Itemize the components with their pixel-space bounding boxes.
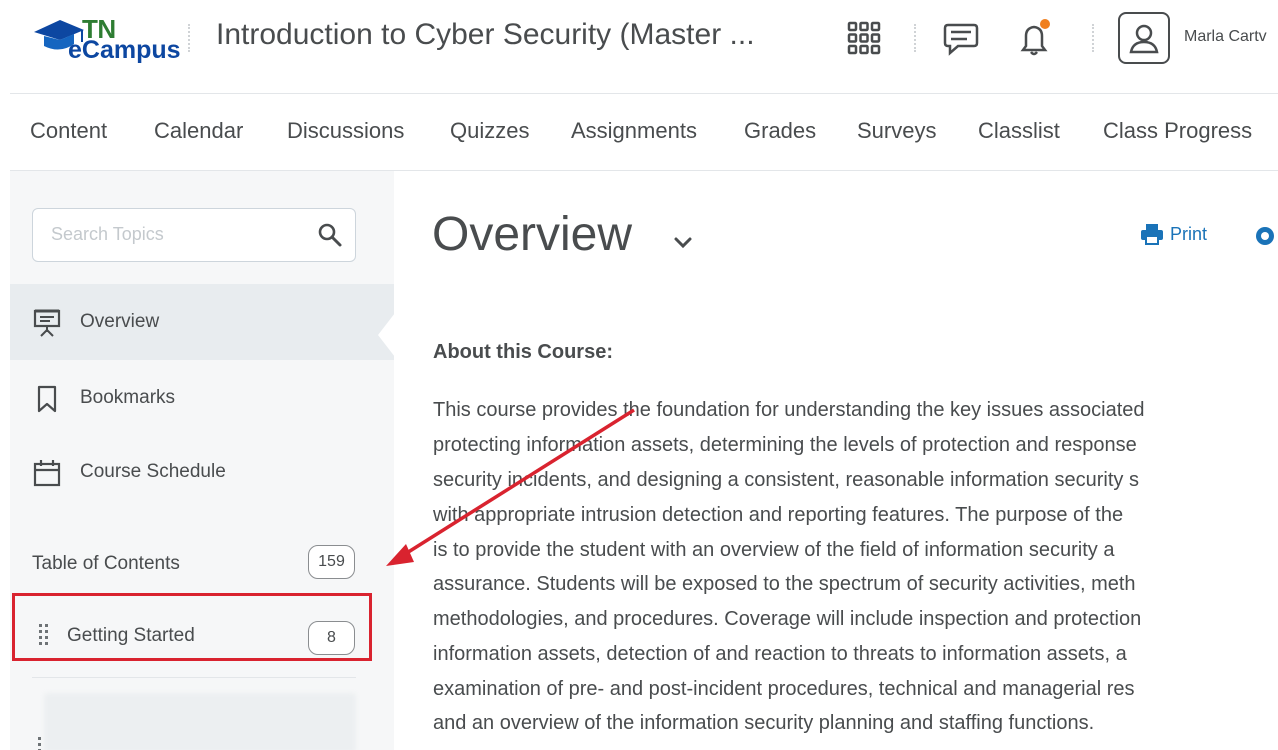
search-icon[interactable] [317, 222, 343, 248]
grid-icon[interactable] [844, 18, 884, 58]
description-line: and an overview of the information secur… [433, 712, 1095, 734]
message-icon[interactable] [940, 18, 980, 58]
nav-surveys[interactable]: Surveys [857, 118, 936, 144]
description-line: information assets, detection of and rea… [433, 643, 1127, 665]
print-label: Print [1170, 223, 1208, 244]
description-line: with appropriate intrusion detection and… [433, 504, 1124, 526]
nav-class-progress[interactable]: Class Progress [1103, 118, 1252, 144]
sidebar-item-label: Bookmarks [80, 387, 176, 408]
description-line: is to provide the student with an overvi… [433, 539, 1115, 561]
sidebar-divider [32, 677, 356, 678]
tn-ecampus-logo[interactable]: TN eCampus [30, 14, 181, 74]
nav-discussions[interactable]: Discussions [287, 118, 404, 144]
description-line: protecting information assets, determini… [433, 434, 1137, 456]
description-line: examination of pre- and post-incident pr… [433, 678, 1135, 700]
toc-count-badge: 159 [308, 545, 355, 579]
bell-icon[interactable] [1014, 18, 1054, 58]
sidebar-item-bookmarks[interactable]: Bookmarks [10, 360, 394, 436]
nav-content[interactable]: Content [30, 118, 107, 144]
user-name[interactable]: Marla Cartv [1184, 28, 1267, 46]
description-line: This course provides the foundation for … [433, 399, 1145, 421]
presentation-icon [33, 309, 61, 337]
chevron-down-icon[interactable] [672, 233, 694, 253]
page-title: Overview [432, 208, 633, 261]
active-item-pointer [378, 313, 395, 357]
blurred-module-item[interactable] [44, 693, 356, 750]
search-placeholder: Search Topics [51, 224, 164, 244]
logo-ecampus-text: eCampus [68, 36, 181, 64]
nav-calendar[interactable]: Calendar [154, 118, 243, 144]
sidebar-item-course-schedule[interactable]: Course Schedule [10, 434, 394, 510]
notification-dot [1040, 19, 1050, 29]
about-heading: About this Course: [433, 341, 613, 363]
nav-grades[interactable]: Grades [744, 118, 816, 144]
header-divider [1092, 24, 1094, 52]
main-content: Overview Print About this Course: This c… [394, 171, 1278, 750]
printer-icon [1141, 224, 1163, 245]
sidebar-item-label: Course Schedule [80, 461, 226, 482]
nav-assignments[interactable]: Assignments [571, 118, 697, 144]
gear-icon[interactable] [1252, 223, 1278, 249]
header-divider [914, 24, 916, 52]
course-navbar: Content Calendar Discussions Quizzes Ass… [0, 94, 1278, 170]
description-line: methodologies, and procedures. Coverage … [433, 608, 1142, 630]
content-sidebar: Search Topics Overview Bookmarks Course … [10, 171, 395, 750]
drag-handle-icon[interactable] [36, 735, 44, 750]
sidebar-item-label: Overview [80, 311, 160, 332]
description-line: security incidents, and designing a cons… [433, 469, 1139, 491]
bookmark-icon [37, 385, 57, 413]
nav-classlist[interactable]: Classlist [978, 118, 1060, 144]
calendar-icon [33, 460, 61, 487]
header-divider [188, 24, 190, 52]
nav-quizzes[interactable]: Quizzes [450, 118, 529, 144]
description-line: assurance. Students will be exposed to t… [433, 573, 1136, 595]
print-button[interactable]: Print [1140, 223, 1207, 245]
sidebar-item-overview[interactable]: Overview [10, 284, 394, 360]
search-topics-input[interactable]: Search Topics [32, 208, 356, 262]
top-header: TN eCampus Introduction to Cyber Securit… [0, 0, 1278, 92]
highlight-box [12, 593, 372, 661]
user-avatar-icon[interactable] [1118, 12, 1170, 64]
table-of-contents-label[interactable]: Table of Contents [32, 553, 180, 575]
course-title[interactable]: Introduction to Cyber Security (Master .… [216, 18, 755, 52]
